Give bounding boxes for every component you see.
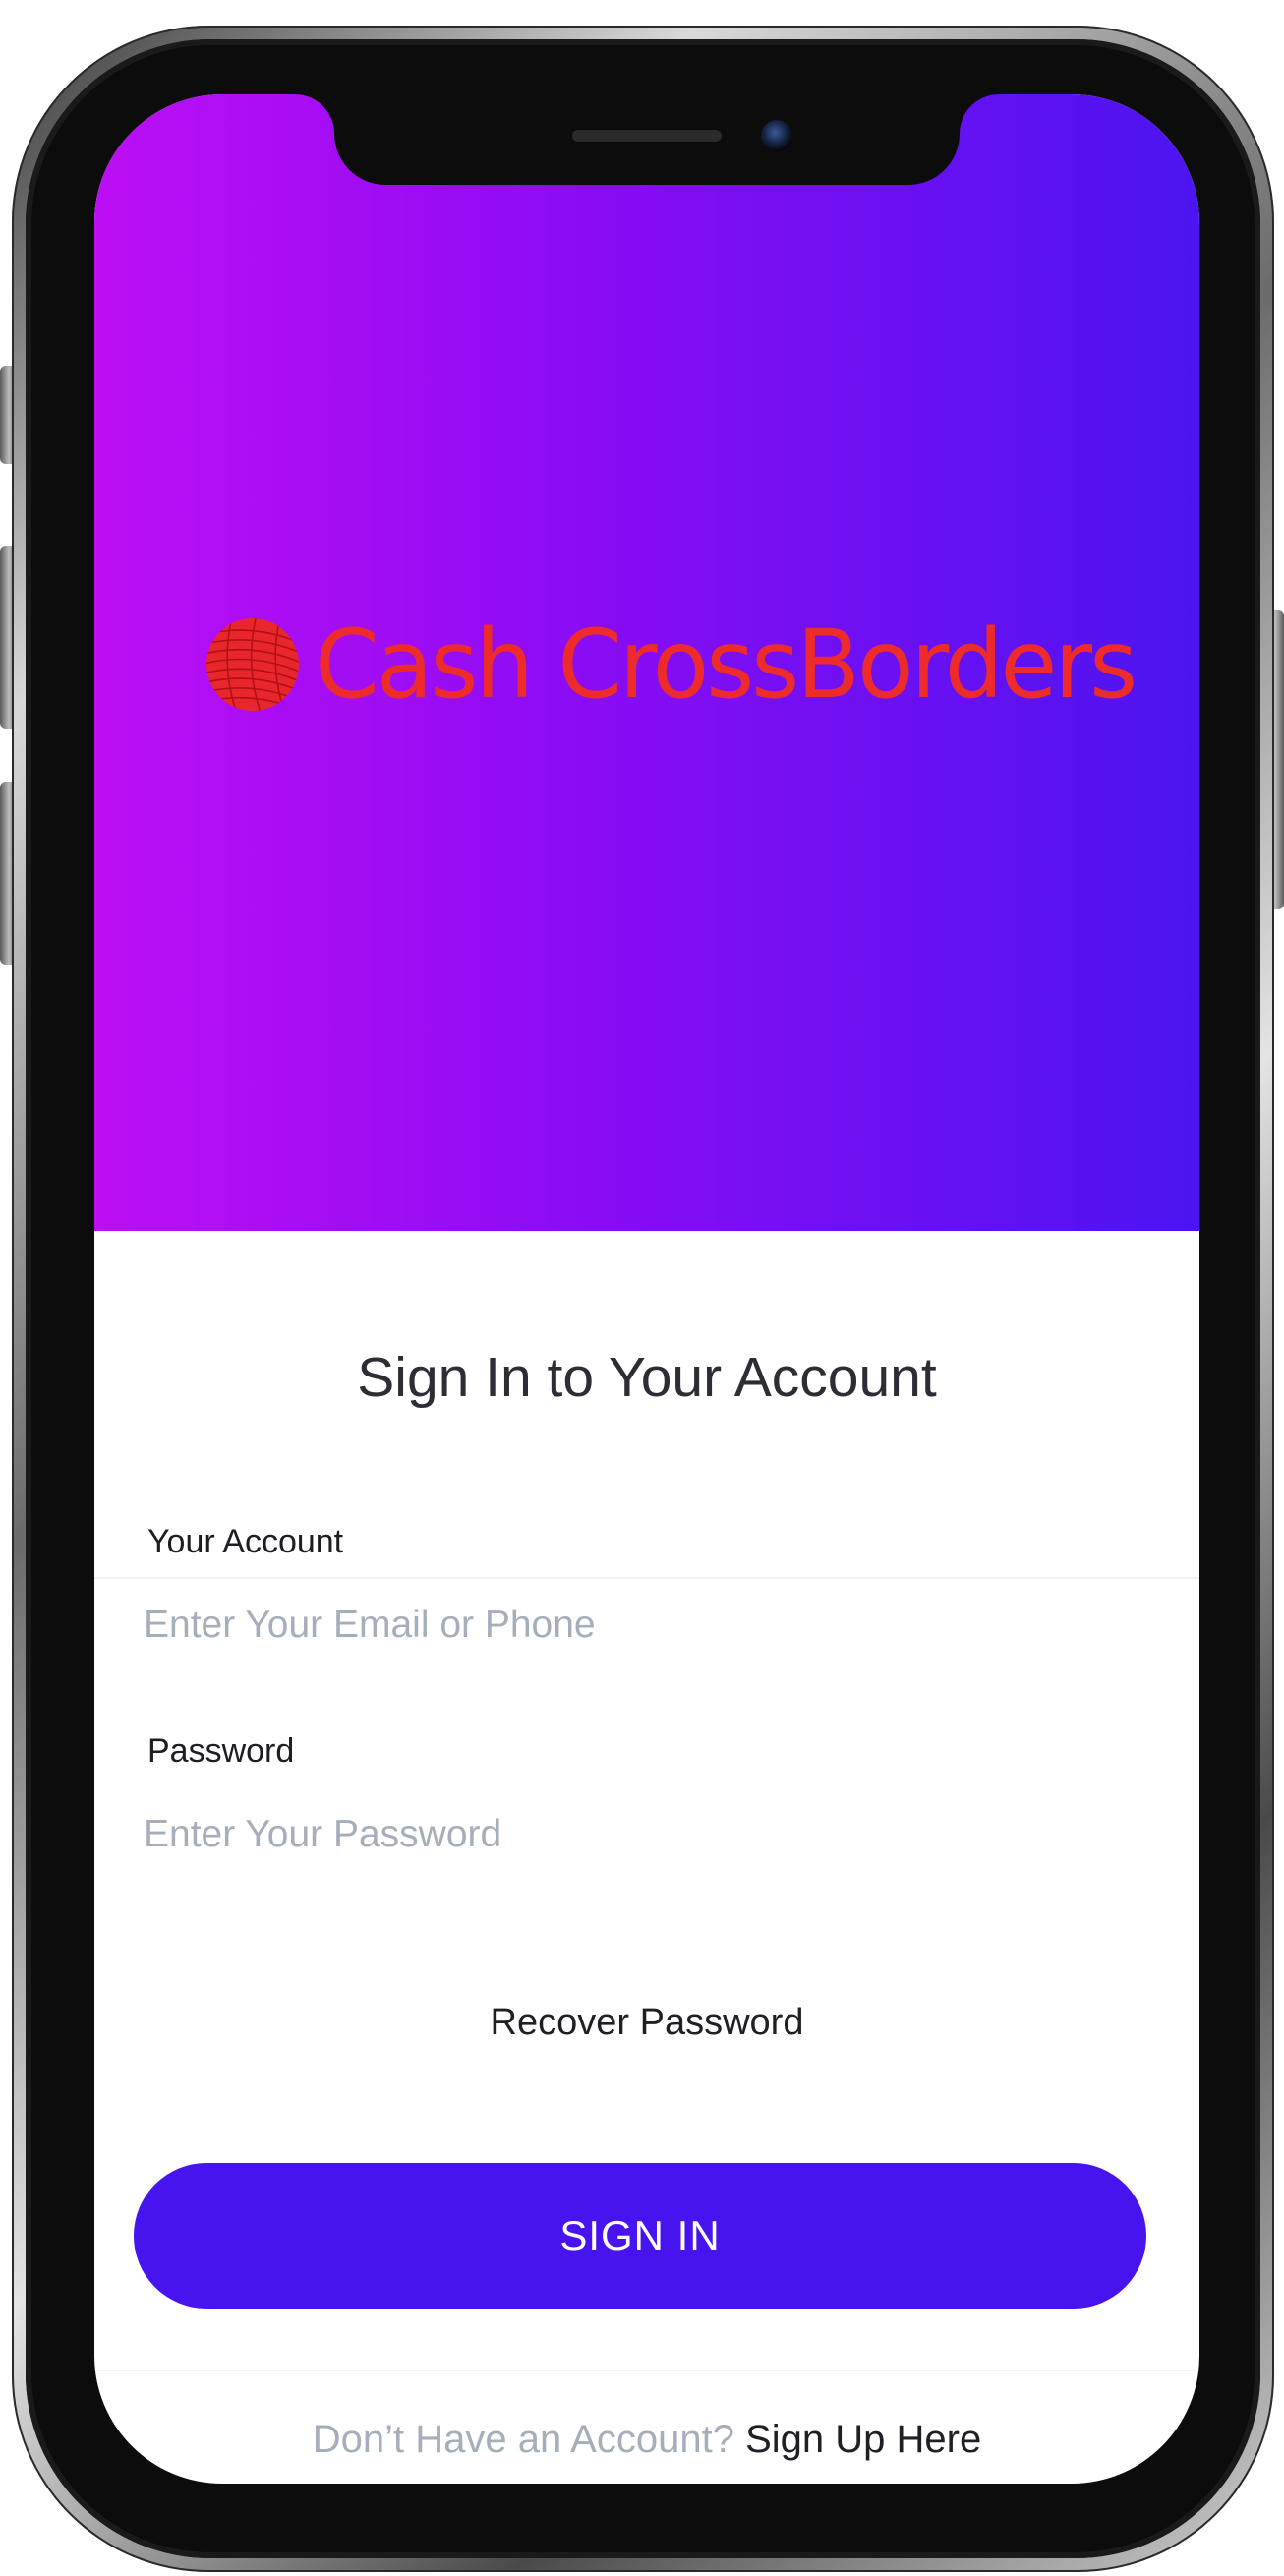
account-input[interactable] bbox=[144, 1596, 1127, 1655]
divider bbox=[94, 1577, 1199, 1579]
sign-in-button[interactable]: SIGN IN bbox=[134, 2163, 1146, 2309]
account-label: Your Account bbox=[147, 1523, 344, 1560]
speaker-grille bbox=[572, 130, 722, 142]
signup-prompt-row: Don’t Have an Account? Sign Up Here bbox=[94, 2418, 1199, 2462]
brand-logo: Cash CrossBorders bbox=[204, 615, 1151, 714]
app-screen: Cash CrossBorders Sign In to Your Accoun… bbox=[94, 94, 1199, 2484]
page-title: Sign In to Your Account bbox=[357, 1346, 937, 1409]
password-label: Password bbox=[147, 1732, 295, 1770]
signup-prompt-text: Don’t Have an Account? bbox=[312, 2418, 734, 2461]
globe-icon bbox=[205, 617, 300, 712]
sign-up-link[interactable]: Sign Up Here bbox=[745, 2418, 981, 2461]
brand-name: Cash CrossBorders bbox=[315, 610, 1138, 720]
recover-password-link[interactable]: Recover Password bbox=[94, 2002, 1199, 2044]
password-input[interactable] bbox=[144, 1805, 1127, 1864]
divider bbox=[94, 2370, 1199, 2371]
camera-icon bbox=[761, 120, 792, 151]
hero-banner: Cash CrossBorders bbox=[94, 94, 1199, 1231]
device-notch bbox=[334, 94, 960, 185]
